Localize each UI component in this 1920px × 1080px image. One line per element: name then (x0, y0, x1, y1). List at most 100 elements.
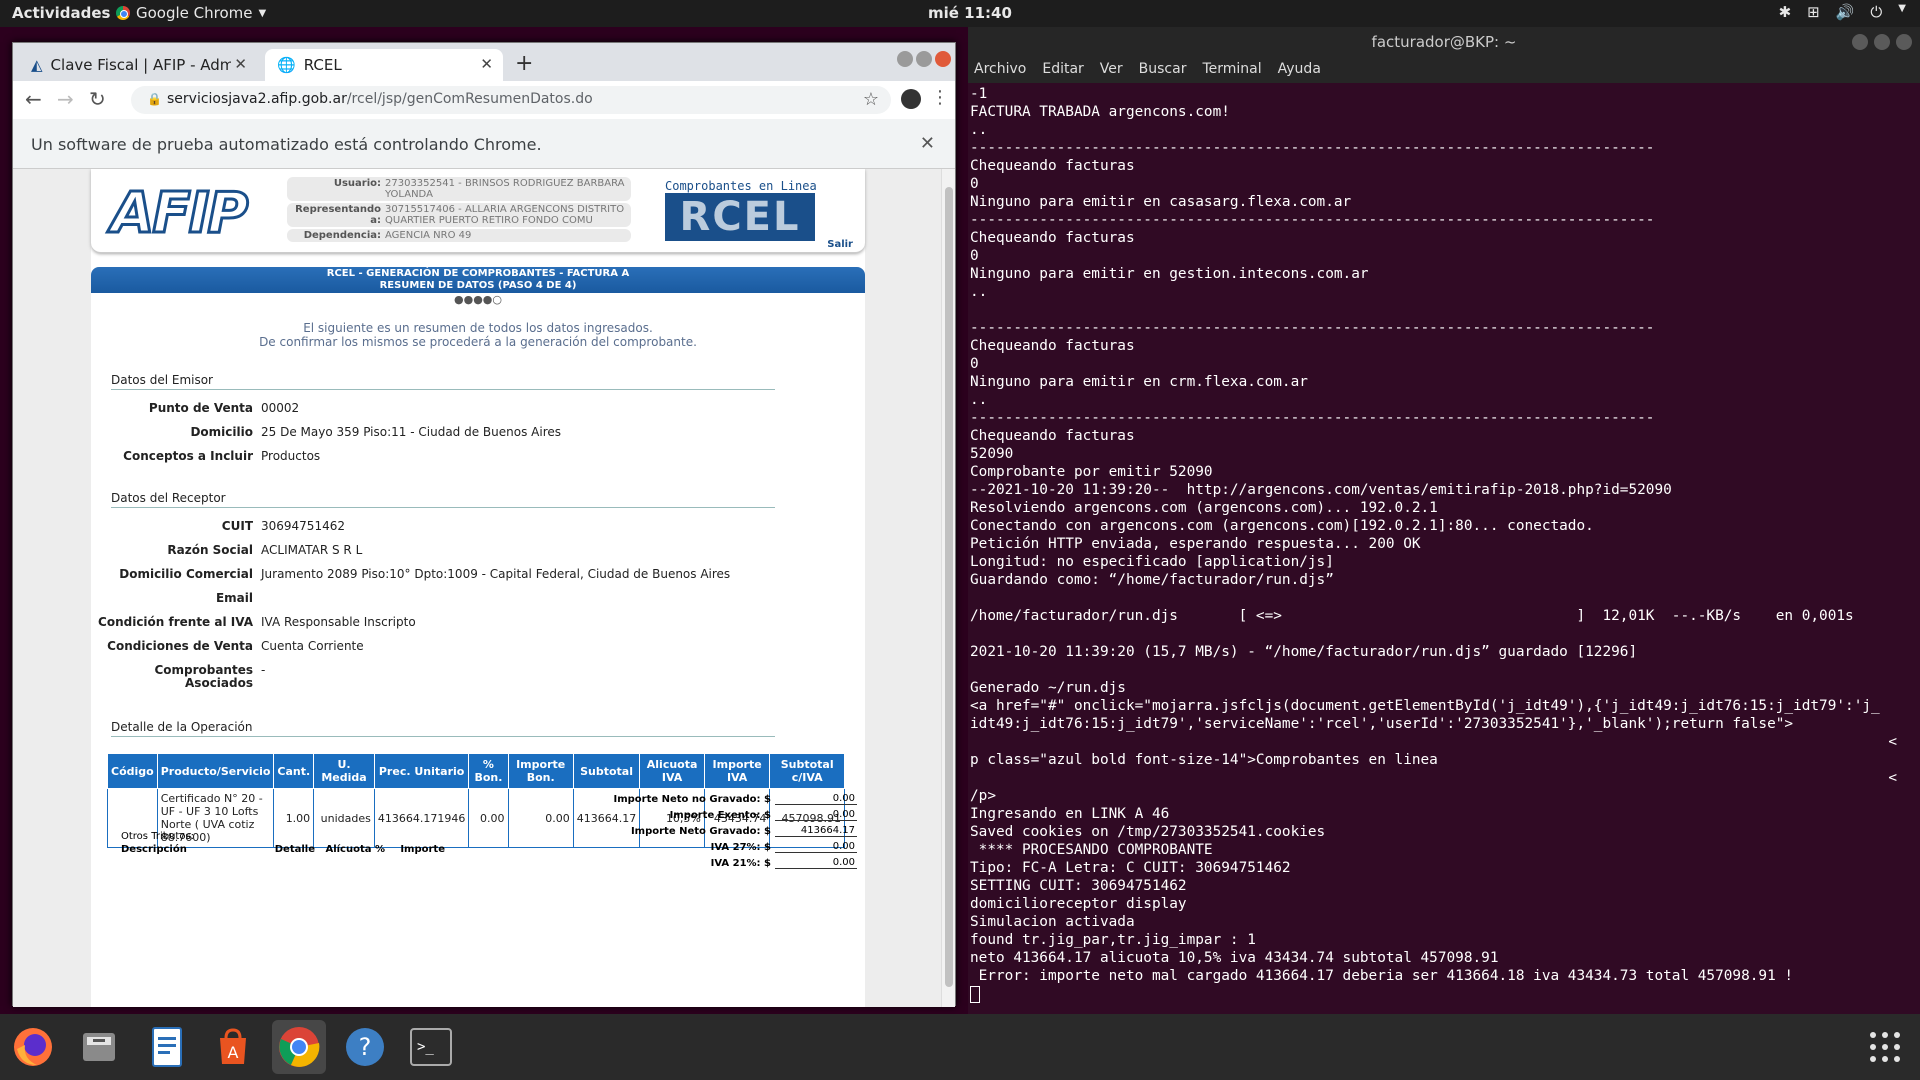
lock-icon[interactable]: 🔒 (147, 92, 162, 106)
app-menu[interactable]: Google Chrome ▼ (116, 4, 266, 22)
firefox-icon[interactable] (6, 1020, 60, 1074)
total-row: IVA 27%: $ 0.00 (527, 839, 857, 855)
menu-dots-icon[interactable]: ⋮ (931, 87, 949, 108)
terminal-menu-item[interactable]: Ayuda (1278, 61, 1321, 83)
terminal-menu-item[interactable]: Ver (1100, 61, 1123, 83)
bar-title: RCEL - GENERACIÓN DE COMPROBANTES - FACT… (326, 268, 630, 279)
svg-text:>_: >_ (417, 1039, 434, 1055)
power-icon[interactable]: ⏻ (1870, 3, 1882, 21)
new-tab-button[interactable]: + (515, 51, 533, 76)
terminal-title: facturador@BKP: ~ (1371, 33, 1517, 51)
terminal-line: **** PROCESANDO COMPROBANTE (970, 842, 1213, 858)
svg-text:A: A (228, 1043, 239, 1062)
address-bar[interactable]: 🔒 serviciosjava2.afip.gob.ar/rcel/jsp/ge… (131, 86, 891, 114)
receptor-fields: CUIT 30694751462 Razón Social ACLIMATAR S … (91, 520, 865, 690)
dependencia-value: AGENCIA NRO 49 (385, 230, 472, 241)
writer-icon[interactable] (140, 1020, 194, 1074)
chevron-down-icon[interactable]: ▼ (1898, 3, 1906, 21)
terminal-menu-item[interactable]: Archivo (974, 61, 1026, 83)
tab-rcel[interactable]: 🌐 RCEL ✕ (265, 49, 503, 81)
clock[interactable]: mié 11:40 (928, 4, 1012, 22)
software-center-icon[interactable]: A (206, 1020, 260, 1074)
terminal-line: .. (970, 122, 988, 138)
vertical-scrollbar[interactable] (941, 169, 955, 1007)
maximize-button[interactable] (1874, 34, 1890, 50)
terminal-line: 52090 (970, 446, 1014, 462)
maximize-button[interactable] (916, 51, 932, 67)
total-label: Importe Neto no Gravado: $ (613, 793, 771, 805)
close-window-button[interactable] (1896, 34, 1912, 50)
window-controls (897, 51, 951, 67)
total-value: 0.00 (775, 857, 857, 869)
bookmark-star-icon[interactable]: ☆ (863, 89, 879, 110)
terminal-line: Error: importe neto mal cargado 413664.1… (970, 968, 1794, 984)
table-header-cell: Importe IVA (703, 753, 771, 789)
system-tray[interactable]: ✱ ⊞ 🔊 ⏻ ▼ (1779, 3, 1906, 21)
terminal-line: .. (970, 284, 988, 300)
chrome-dock-icon[interactable] (272, 1020, 326, 1074)
total-label: Importe Neto Gravado: $ (630, 825, 771, 837)
field-row: Punto de Venta 00002 (91, 402, 865, 415)
terminal-line: /home/facturador/run.djs [ <=> ] 12,01K … (970, 608, 1854, 624)
bluetooth-icon[interactable]: ✱ (1779, 3, 1792, 21)
terminal-line: Longitud: no especificado [application/j… (970, 554, 1334, 570)
minimize-button[interactable] (1852, 34, 1868, 50)
infobar-text: Un software de prueba automatizado está … (31, 135, 542, 154)
total-row: IVA 21%: $ 0.00 (527, 855, 857, 871)
network-icon[interactable]: ⊞ (1807, 3, 1820, 21)
terminal-dock-icon[interactable]: >_ (404, 1020, 458, 1074)
terminal-menu-item[interactable]: Editar (1042, 61, 1083, 83)
table-header-cell: Código (107, 753, 158, 789)
back-arrow-icon[interactable]: ← (25, 87, 42, 111)
terminal-menu-item[interactable]: Buscar (1139, 61, 1187, 83)
field-value: IVA Responsable Inscripto (261, 615, 416, 629)
files-icon[interactable] (72, 1020, 126, 1074)
profile-avatar-icon[interactable] (901, 89, 921, 109)
field-row: CUIT 30694751462 (91, 520, 865, 533)
close-tab-icon[interactable]: ✕ (480, 55, 493, 73)
field-value: Juramento 2089 Piso:10° Dpto:1009 - Capi… (261, 567, 731, 581)
close-tab-icon[interactable]: ✕ (234, 55, 247, 73)
minimize-button[interactable] (897, 51, 913, 67)
terminal-line: SETTING CUIT: 30694751462 (970, 878, 1187, 894)
receptor-section-title: Datos del Receptor (111, 491, 775, 508)
terminal-line: Comprobante por emitir 52090 (970, 464, 1213, 480)
close-icon[interactable]: ✕ (920, 133, 935, 154)
activities-button[interactable]: Actividades (12, 4, 110, 22)
bar-subtitle: RESUMEN DE DATOS (PASO 4 DE 4) (379, 280, 577, 291)
forward-arrow-icon[interactable]: → (57, 87, 74, 111)
close-window-button[interactable] (935, 51, 951, 67)
rcel-logo: RCEL (665, 193, 815, 241)
section-title-bar: RCEL - GENERACIÓN DE COMPROBANTES - FACT… (91, 267, 865, 293)
terminal-output[interactable]: -1 FACTURA TRABADA argencons.com!.. ------… (968, 83, 1920, 1013)
volume-icon[interactable]: 🔊 (1836, 3, 1855, 21)
chevron-down-icon: ▼ (258, 7, 267, 19)
field-value: 30694751462 (261, 519, 345, 533)
terminal-line: Chequeando facturas (970, 230, 1135, 246)
show-applications-icon[interactable] (1870, 1032, 1900, 1062)
terminal-line: Generado ~/run.djs (970, 680, 1126, 696)
scrollbar-thumb[interactable] (945, 187, 953, 987)
table-header-row: Código Producto/Servicio Cant. U. Medida Pre… (107, 753, 845, 789)
field-value: ACLIMATAR S R L (261, 543, 363, 557)
terminal-line: FACTURA TRABADA argencons.com! (970, 104, 1230, 120)
reload-icon[interactable]: ↻ (89, 87, 106, 111)
app-menu-label: Google Chrome (136, 4, 253, 22)
intro-text: El siguiente es un resumen de todos los … (91, 321, 865, 349)
field-value: Productos (261, 449, 321, 463)
field-row: Domicilio 25 De Mayo 359 Piso:11 - Ciudad… (91, 426, 865, 439)
terminal-line: 2021-10-20 11:39:20 (15,7 MB/s) - “/home… (970, 644, 1638, 660)
afip-favicon-icon: ◭ (31, 56, 43, 74)
help-icon[interactable]: ? (338, 1020, 392, 1074)
field-label: Domicilio (190, 425, 253, 439)
field-label: CUIT (221, 519, 253, 533)
table-header-cell: % Bon. (468, 753, 509, 789)
terminal-titlebar: facturador@BKP: ~ (968, 27, 1920, 57)
table-header-cell: Alicuota IVA (639, 753, 705, 789)
tab-afip[interactable]: ◭ Clave Fiscal | AFIP - Admin ✕ (19, 49, 257, 81)
intro-line-2: De confirmar los mismos se procederá a l… (259, 335, 697, 349)
terminal-menu-item[interactable]: Terminal (1202, 61, 1261, 83)
salir-link[interactable]: Salir (827, 239, 853, 250)
